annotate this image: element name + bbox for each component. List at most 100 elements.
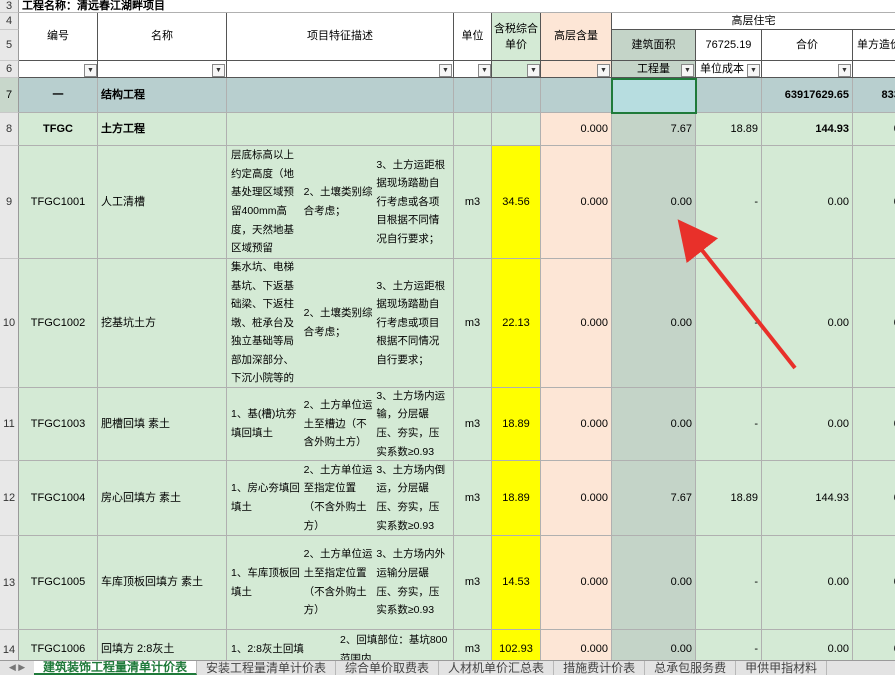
cell-per-row8[interactable]: 0.0	[853, 113, 895, 146]
cell-desc-row14[interactable]: 1、2:8灰土回填 2、回填部位：基坑800范围内	[227, 630, 454, 660]
cell-qty-row8[interactable]: 7.67	[612, 113, 696, 146]
cell-name-row12[interactable]: 房心回填方 素土	[98, 461, 227, 536]
cell-name-row13[interactable]: 车库顶板回填方 素土	[98, 536, 227, 630]
cell-content-row8[interactable]: 0.000	[541, 113, 612, 146]
filter-dropdown-icon[interactable]: ▼	[478, 64, 491, 77]
cell-qty-row10[interactable]: 0.00	[612, 259, 696, 388]
sheet-tab[interactable]: 建筑装饰工程量清单计价表	[34, 661, 198, 675]
cell-desc-row10[interactable]: 1、开挖部位:基底150mm，及集水坑、电梯基坑、下返基础梁、下返柱墩、桩承台及…	[227, 259, 454, 388]
cell-per-row7[interactable]: 833.0	[853, 78, 895, 113]
spreadsheet-grid[interactable]: 3 4 5 6 7 8 9 10 11 12 13 14 工程名称：清远春江湖畔项目 编号 名称 项目特征描述…	[0, 0, 895, 660]
cell-name-row11[interactable]: 肥槽回填 素土	[98, 388, 227, 461]
row-header-14[interactable]: 14	[0, 630, 19, 660]
cell-unit_cost-row14[interactable]: -	[696, 630, 762, 660]
tab-scroll-icon[interactable]: ◀ ▶	[0, 661, 34, 675]
cell-price-row9[interactable]: 34.56	[492, 146, 541, 259]
cell-name-row10[interactable]: 挖基坑土方	[98, 259, 227, 388]
cell-total-row8[interactable]: 144.93	[762, 113, 853, 146]
cell-content-row11[interactable]: 0.000	[541, 388, 612, 461]
cell-per-row12[interactable]: 0.0	[853, 461, 895, 536]
cell-unit-row10[interactable]: m3	[454, 259, 492, 388]
cell-desc-row8[interactable]	[227, 113, 454, 146]
cell-total-row11[interactable]: 0.00	[762, 388, 853, 461]
cell-total-row9[interactable]: 0.00	[762, 146, 853, 259]
cell-name-row7[interactable]: 结构工程	[98, 78, 227, 113]
cell-per-row10[interactable]: 0.0	[853, 259, 895, 388]
cell-unit_cost-row10[interactable]: -	[696, 259, 762, 388]
row-header-12[interactable]: 12	[0, 461, 19, 536]
cell-price-row7[interactable]	[492, 78, 541, 113]
sheet-tab[interactable]: 措施费计价表	[554, 661, 646, 675]
cell-unit_cost-row9[interactable]: -	[696, 146, 762, 259]
cell-content-row14[interactable]: 0.000	[541, 630, 612, 660]
cell-price-row10[interactable]: 22.13	[492, 259, 541, 388]
cell-price-row13[interactable]: 14.53	[492, 536, 541, 630]
cell-total-row14[interactable]: 0.00	[762, 630, 853, 660]
cell-price-row11[interactable]: 18.89	[492, 388, 541, 461]
cell-unit_cost-row13[interactable]: -	[696, 536, 762, 630]
row-header-3[interactable]: 3	[0, 0, 19, 13]
cell-code-row13[interactable]: TFGC1005	[19, 536, 98, 630]
filter-dropdown-icon[interactable]: ▼	[597, 64, 610, 77]
cell-qty-row13[interactable]: 0.00	[612, 536, 696, 630]
row-header-11[interactable]: 11	[0, 388, 19, 461]
row-header-10[interactable]: 10	[0, 259, 19, 388]
row-header-4[interactable]: 4	[0, 13, 19, 30]
cell-name-row14[interactable]: 回填方 2:8灰土	[98, 630, 227, 660]
filter-dropdown-icon[interactable]: ▼	[747, 64, 760, 77]
sheet-tab[interactable]: 总承包服务费	[645, 661, 737, 675]
cell-content-row12[interactable]: 0.000	[541, 461, 612, 536]
cell-content-row9[interactable]: 0.000	[541, 146, 612, 259]
cell-qty-row7[interactable]	[612, 78, 696, 113]
cell-code-row10[interactable]: TFGC1002	[19, 259, 98, 388]
filter-dropdown-icon[interactable]: ▼	[212, 64, 225, 77]
cell-desc-row13[interactable]: 1、车库顶板回填土 2、土方单位运土至指定位置（不含外购土方） 3、土方场内外运输分…	[227, 536, 454, 630]
cell-name-row9[interactable]: 人工清槽	[98, 146, 227, 259]
cell-unit-row13[interactable]: m3	[454, 536, 492, 630]
cell-unit-row11[interactable]: m3	[454, 388, 492, 461]
cell-total-row10[interactable]: 0.00	[762, 259, 853, 388]
row-header-13[interactable]: 13	[0, 536, 19, 630]
cell-per-row13[interactable]: 0.0	[853, 536, 895, 630]
cell-unit_cost-row8[interactable]: 18.89	[696, 113, 762, 146]
cell-unit_cost-row12[interactable]: 18.89	[696, 461, 762, 536]
cell-per-row11[interactable]: 0.0	[853, 388, 895, 461]
cell-total-row13[interactable]: 0.00	[762, 536, 853, 630]
cell-content-row7[interactable]	[541, 78, 612, 113]
cell-price-row12[interactable]: 18.89	[492, 461, 541, 536]
filter-dropdown-icon[interactable]: ▼	[84, 64, 97, 77]
row-header-6[interactable]: 6	[0, 61, 19, 78]
cell-content-row10[interactable]: 0.000	[541, 259, 612, 388]
cell-desc-row12[interactable]: 1、房心夯填回填土 2、土方单位运至指定位置（不含外购土方） 3、土方场内倒运，分层…	[227, 461, 454, 536]
cell-qty-row12[interactable]: 7.67	[612, 461, 696, 536]
cell-price-row14[interactable]: 102.93	[492, 630, 541, 660]
cell-unit-row9[interactable]: m3	[454, 146, 492, 259]
cell-code-row14[interactable]: TFGC1006	[19, 630, 98, 660]
cell-unit-row7[interactable]	[454, 78, 492, 113]
filter-dropdown-icon[interactable]: ▼	[681, 64, 694, 77]
sheet-tab[interactable]: 人材机单价汇总表	[439, 661, 555, 675]
filter-dropdown-icon[interactable]: ▼	[838, 64, 851, 77]
filter-dropdown-icon[interactable]: ▼	[527, 64, 540, 77]
cell-desc-row11[interactable]: 1、基(槽)坑夯填回填土 2、土方单位运土至槽边（不含外购土方） 3、土方场内运输，…	[227, 388, 454, 461]
cell-qty-row11[interactable]: 0.00	[612, 388, 696, 461]
cell-total-row7[interactable]: 63917629.65	[762, 78, 853, 113]
row-header-7[interactable]: 7	[0, 78, 19, 113]
cell-code-row8[interactable]: TFGC	[19, 113, 98, 146]
cell-desc-row7[interactable]	[227, 78, 454, 113]
cell-code-row12[interactable]: TFGC1004	[19, 461, 98, 536]
cell-unit_cost-row7[interactable]	[696, 78, 762, 113]
sheet-tab[interactable]: 安装工程量清单计价表	[197, 661, 337, 675]
cell-per-row9[interactable]: 0.0	[853, 146, 895, 259]
cell-qty-row9[interactable]: 0.00	[612, 146, 696, 259]
cell-code-row7[interactable]: 一	[19, 78, 98, 113]
cell-unit-row8[interactable]	[454, 113, 492, 146]
cell-unit_cost-row11[interactable]: -	[696, 388, 762, 461]
sheet-tab[interactable]: 甲供甲指材料	[736, 661, 828, 675]
cell-desc-row9[interactable]: 1、图示基础垫层底标高以上约定高度（地基处理区域预留400mm高度，天然地基区域…	[227, 146, 454, 259]
row-header-9[interactable]: 9	[0, 146, 19, 259]
cell-qty-row14[interactable]: 0.00	[612, 630, 696, 660]
cell-per-row14[interactable]: 0.0	[853, 630, 895, 660]
row-header-5[interactable]: 5	[0, 30, 19, 61]
row-header-8[interactable]: 8	[0, 113, 19, 146]
